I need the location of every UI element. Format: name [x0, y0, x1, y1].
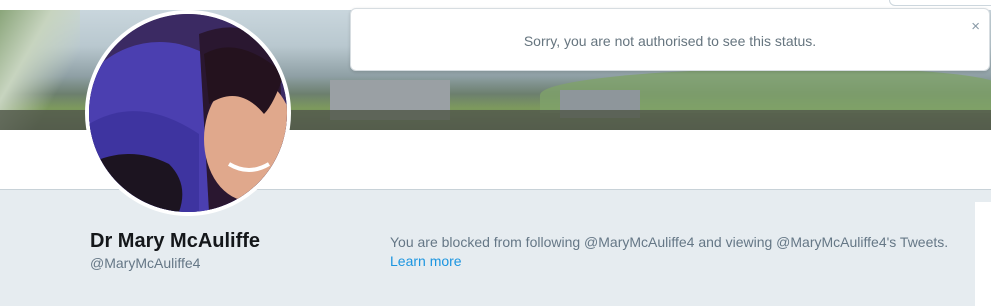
avatar[interactable] [85, 10, 291, 216]
search-box-edge[interactable] [889, 0, 991, 6]
toast-message: Sorry, you are not authorised to see thi… [523, 33, 817, 49]
profile-handle: @MaryMcAuliffe4 [90, 255, 201, 271]
blocked-message: You are blocked from following @MaryMcAu… [390, 234, 949, 250]
learn-more-link[interactable]: Learn more [390, 253, 462, 269]
avatar-photo [89, 14, 287, 212]
error-toast: Sorry, you are not authorised to see thi… [350, 8, 990, 71]
sidebar-card-edge [975, 202, 991, 306]
profile-name: Dr Mary McAuliffe [90, 230, 261, 252]
blocked-notice: You are blocked from following @MaryMcAu… [390, 233, 948, 271]
close-icon[interactable]: × [971, 19, 980, 34]
